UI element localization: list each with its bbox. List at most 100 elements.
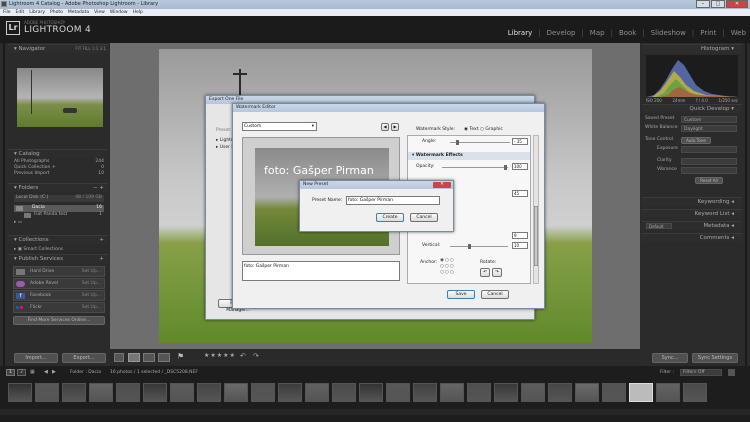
folder-dacia[interactable]: Dacia 16: [14, 205, 104, 212]
service-adobe-revel[interactable]: Adobe Revel Set Up...: [13, 278, 105, 289]
smart-collections[interactable]: ▸ ▣ Smart Collections: [14, 246, 104, 253]
page-1-button[interactable]: 1: [6, 369, 15, 376]
metadata-preset-select[interactable]: Default: [646, 223, 672, 229]
grid-view-icon[interactable]: [114, 353, 124, 362]
import-button[interactable]: Import...: [14, 353, 58, 363]
watermark-text-input[interactable]: foto: Gašper Pirman: [242, 261, 400, 281]
folder-fiat-panda[interactable]: Fiat Panda test 1: [14, 212, 104, 219]
vertical-slider-track[interactable]: [450, 246, 508, 247]
filmstrip-thumbnail[interactable]: [62, 383, 86, 402]
add-collection-icon[interactable]: +: [99, 236, 104, 244]
loupe-view-icon[interactable]: [128, 353, 140, 362]
vertical-slider-thumb[interactable]: [468, 244, 471, 249]
watermark-preset-select[interactable]: Custom ▾: [242, 122, 317, 131]
filmstrip-thumbnail[interactable]: [575, 383, 599, 402]
angle-slider-thumb[interactable]: [456, 140, 459, 145]
keyword-list-header[interactable]: Keyword List ◂: [642, 209, 742, 218]
survey-view-icon[interactable]: [158, 353, 170, 362]
offset-value[interactable]: 9: [512, 232, 528, 239]
filmstrip-thumbnail[interactable]: [332, 383, 356, 402]
rotate-left-icon[interactable]: ↶: [480, 268, 490, 277]
menu-metadata[interactable]: Metadata: [68, 9, 89, 16]
filmstrip-thumbnail[interactable]: [548, 383, 572, 402]
add-service-icon[interactable]: +: [99, 255, 104, 263]
filmstrip-thumbnail[interactable]: [170, 383, 194, 402]
grid-icon[interactable]: ▦: [30, 369, 35, 375]
filmstrip-thumbnail[interactable]: [602, 383, 626, 402]
next-photo-button[interactable]: ▶: [391, 123, 399, 131]
filmstrip-thumbnail[interactable]: [683, 383, 707, 402]
anchor-grid[interactable]: ◉○○ ○○○ ○○○: [440, 258, 460, 278]
reset-all-button[interactable]: Reset All: [695, 177, 723, 184]
minimize-button[interactable]: –: [696, 0, 710, 8]
filmstrip-thumbnail[interactable]: [494, 383, 518, 402]
filmstrip-thumbnail[interactable]: [116, 383, 140, 402]
filmstrip-thumbnail[interactable]: [386, 383, 410, 402]
close-window-button[interactable]: ✕: [726, 0, 748, 8]
filmstrip-thumbnail[interactable]: [629, 383, 653, 402]
create-button[interactable]: Create: [376, 213, 404, 222]
menu-edit[interactable]: Edit: [16, 9, 25, 16]
find-more-services-button[interactable]: Find More Services Online...: [13, 316, 105, 325]
catalog-header[interactable]: ▾ Catalog: [8, 149, 108, 158]
angle-value[interactable]: - 35: [512, 138, 528, 145]
histogram-header[interactable]: Histogram ▾: [642, 44, 742, 53]
module-develop[interactable]: Develop: [547, 29, 576, 37]
saved-preset-select[interactable]: Custom: [681, 116, 737, 123]
zoom-fill[interactable]: FILL: [83, 46, 91, 51]
sync-settings-button[interactable]: Sync Settings: [692, 353, 738, 363]
auto-tone-button[interactable]: Auto Tone: [681, 137, 711, 144]
module-book[interactable]: Book: [619, 29, 636, 37]
options-scrollbar[interactable]: [533, 135, 539, 284]
filmstrip-thumbnail[interactable]: [440, 383, 464, 402]
filmstrip-thumbnail[interactable]: [143, 383, 167, 402]
menu-help[interactable]: Help: [133, 9, 143, 16]
clarity-steppers[interactable]: [681, 158, 737, 165]
opacity-value[interactable]: 100: [512, 163, 528, 170]
export-button[interactable]: Export...: [62, 353, 106, 363]
zoom-3-1[interactable]: 3:1: [100, 46, 106, 51]
preset-name-input[interactable]: foto: Gašper Pirman: [346, 196, 440, 205]
cancel-preset-button[interactable]: Cancel: [410, 213, 438, 222]
maximize-button[interactable]: □: [711, 0, 725, 8]
compare-view-icon[interactable]: [143, 353, 155, 362]
filmstrip-thumbnail[interactable]: [8, 383, 32, 402]
folders-header[interactable]: ▾ Folders − +: [8, 183, 108, 192]
rotate-left-icon[interactable]: ↶: [240, 352, 246, 360]
add-folder-icon[interactable]: − +: [93, 184, 104, 192]
white-balance-select[interactable]: Daylight: [681, 125, 737, 132]
zoom-fit[interactable]: FIT: [75, 46, 81, 51]
rotate-right-icon[interactable]: ↷: [253, 352, 259, 360]
service-facebook[interactable]: f Facebook Set Up...: [13, 290, 105, 301]
publish-services-header[interactable]: ▾ Publish Services +: [8, 254, 108, 263]
filmstrip-thumbnail[interactable]: [251, 383, 275, 402]
menu-photo[interactable]: Photo: [50, 9, 63, 16]
cancel-button[interactable]: Cancel: [481, 290, 509, 299]
service-flickr[interactable]: Flickr Set Up...: [13, 302, 105, 313]
page-2-button[interactable]: 2: [17, 369, 26, 376]
vertical-value[interactable]: 10: [512, 242, 528, 249]
filmstrip-thumbnail[interactable]: [656, 383, 680, 402]
filmstrip-thumbnail[interactable]: [278, 383, 302, 402]
navigator-header[interactable]: ▾ Navigator FIT FILL 1:1 3:1: [8, 44, 108, 53]
watermark-effects-header[interactable]: ▾ Watermark Effects: [408, 152, 530, 160]
flag-icon[interactable]: ⚑: [177, 352, 191, 362]
star-rating[interactable]: ★★★★★: [204, 352, 236, 359]
opacity-slider-track[interactable]: [442, 167, 508, 168]
sync-button[interactable]: Sync...: [652, 353, 688, 363]
volume-local-disk[interactable]: Local Disk (C:) 48 / 109 GB: [14, 195, 104, 202]
filter-select[interactable]: Filters Off: [680, 369, 722, 376]
filmstrip-thumbnail[interactable]: [197, 383, 221, 402]
filter-lock-icon[interactable]: [728, 369, 735, 376]
zoom-1-1[interactable]: 1:1: [92, 46, 98, 51]
navigator-preview[interactable]: [17, 68, 103, 127]
angle-slider-track[interactable]: [450, 142, 510, 143]
filmstrip-thumbnail[interactable]: [35, 383, 59, 402]
service-hard-drive[interactable]: Hard Drive Set Up...: [13, 266, 105, 277]
filmstrip-thumbnail[interactable]: [521, 383, 545, 402]
filmstrip-thumbnail[interactable]: [224, 383, 248, 402]
opacity-slider-thumb[interactable]: [504, 165, 507, 170]
style-text-radio[interactable]: ◉ Text: [464, 127, 478, 132]
catalog-item-previous[interactable]: Previous Import 10: [14, 171, 104, 177]
module-library[interactable]: Library: [508, 29, 532, 37]
